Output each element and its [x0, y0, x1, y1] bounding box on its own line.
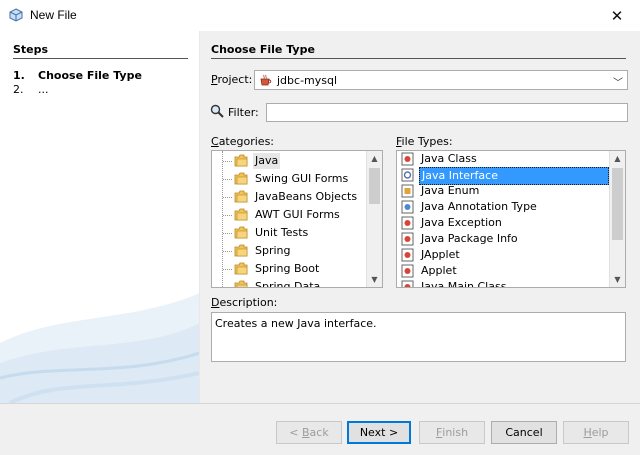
- java-class-icon: [401, 152, 414, 166]
- description-text: Creates a new Java interface.: [211, 312, 626, 362]
- project-value: jdbc-mysql: [277, 74, 338, 87]
- scroll-up-icon[interactable]: ▲: [610, 151, 625, 166]
- file-type-item[interactable]: Java Enum: [397, 183, 611, 199]
- steps-panel: Steps 1. Choose File Type 2....: [0, 31, 200, 403]
- help-button[interactable]: Help: [563, 421, 629, 444]
- title-bar: New File ✕: [0, 0, 640, 31]
- filter-input[interactable]: [266, 103, 628, 122]
- file-type-item[interactable]: Java Exception: [397, 215, 611, 231]
- java-main-class-icon: [401, 280, 414, 287]
- panel-heading: Choose File Type: [211, 43, 315, 56]
- file-types-label: File Types:: [396, 135, 453, 148]
- cancel-button[interactable]: Cancel: [491, 421, 557, 444]
- folder-icon: [234, 172, 248, 185]
- next-button[interactable]: Next >: [347, 421, 411, 444]
- scroll-down-icon[interactable]: ▼: [610, 272, 625, 287]
- scrollbar-thumb[interactable]: [612, 168, 623, 240]
- categories-tree[interactable]: Java Swing GUI Forms JavaBeans Objects A…: [211, 150, 383, 288]
- folder-icon: [234, 154, 248, 167]
- file-type-item[interactable]: JApplet: [397, 247, 611, 263]
- step-next: 2....: [13, 83, 49, 96]
- folder-icon: [234, 262, 248, 275]
- magnifier-icon: [210, 104, 224, 118]
- file-type-item[interactable]: Java Class: [397, 151, 611, 167]
- folder-icon: [234, 244, 248, 257]
- decorative-swoosh-graphic: [0, 293, 199, 403]
- tree-guide-line: [222, 151, 223, 287]
- back-button[interactable]: < Back: [276, 421, 342, 444]
- content-panel: Choose File Type Project: jdbc-mysql ﹀ F…: [200, 31, 640, 403]
- step-choose-file-type: 1. Choose File Type: [13, 69, 142, 82]
- file-type-item[interactable]: Java Package Info: [397, 231, 611, 247]
- file-types-scrollbar[interactable]: ▲ ▼: [609, 151, 625, 287]
- file-type-item[interactable]: Java Main Class: [397, 279, 611, 287]
- folder-icon: [234, 190, 248, 203]
- japplet-icon: [401, 248, 414, 262]
- file-type-item[interactable]: Java Interface: [397, 167, 611, 185]
- java-package-info-icon: [401, 232, 414, 246]
- categories-scrollbar[interactable]: ▲ ▼: [366, 151, 382, 287]
- project-combobox[interactable]: jdbc-mysql ﹀: [254, 70, 628, 90]
- steps-divider: [13, 58, 188, 59]
- folder-icon: [234, 280, 248, 287]
- finish-button[interactable]: Finish: [419, 421, 485, 444]
- description-label: Description:: [211, 296, 278, 309]
- scroll-up-icon[interactable]: ▲: [367, 151, 382, 166]
- folder-icon: [234, 208, 248, 221]
- close-button[interactable]: ✕: [594, 0, 640, 31]
- chevron-down-icon: ﹀: [613, 78, 623, 89]
- java-exception-icon: [401, 216, 414, 230]
- java-annotation-icon: [401, 200, 414, 214]
- file-type-item[interactable]: Java Annotation Type: [397, 199, 611, 215]
- steps-header: Steps: [13, 43, 49, 56]
- filter-label: Filter:: [228, 106, 259, 119]
- applet-icon: [401, 264, 414, 278]
- java-interface-icon: [401, 168, 414, 182]
- java-cup-icon: [260, 74, 272, 86]
- java-enum-icon: [401, 184, 414, 198]
- folder-icon: [234, 226, 248, 239]
- scrollbar-thumb[interactable]: [369, 168, 380, 204]
- file-type-item[interactable]: Applet: [397, 263, 611, 279]
- close-icon: ✕: [610, 6, 624, 25]
- heading-divider: [211, 58, 626, 59]
- file-types-list[interactable]: Java Class Java Interface Java Enum Java…: [396, 150, 626, 288]
- window-title: New File: [30, 8, 77, 22]
- project-label: Project:: [211, 73, 253, 86]
- categories-label: Categories:: [211, 135, 275, 148]
- button-bar: < Back Next > Finish Cancel Help: [0, 403, 640, 455]
- netbeans-cube-icon: [9, 8, 23, 22]
- scroll-down-icon[interactable]: ▼: [367, 272, 382, 287]
